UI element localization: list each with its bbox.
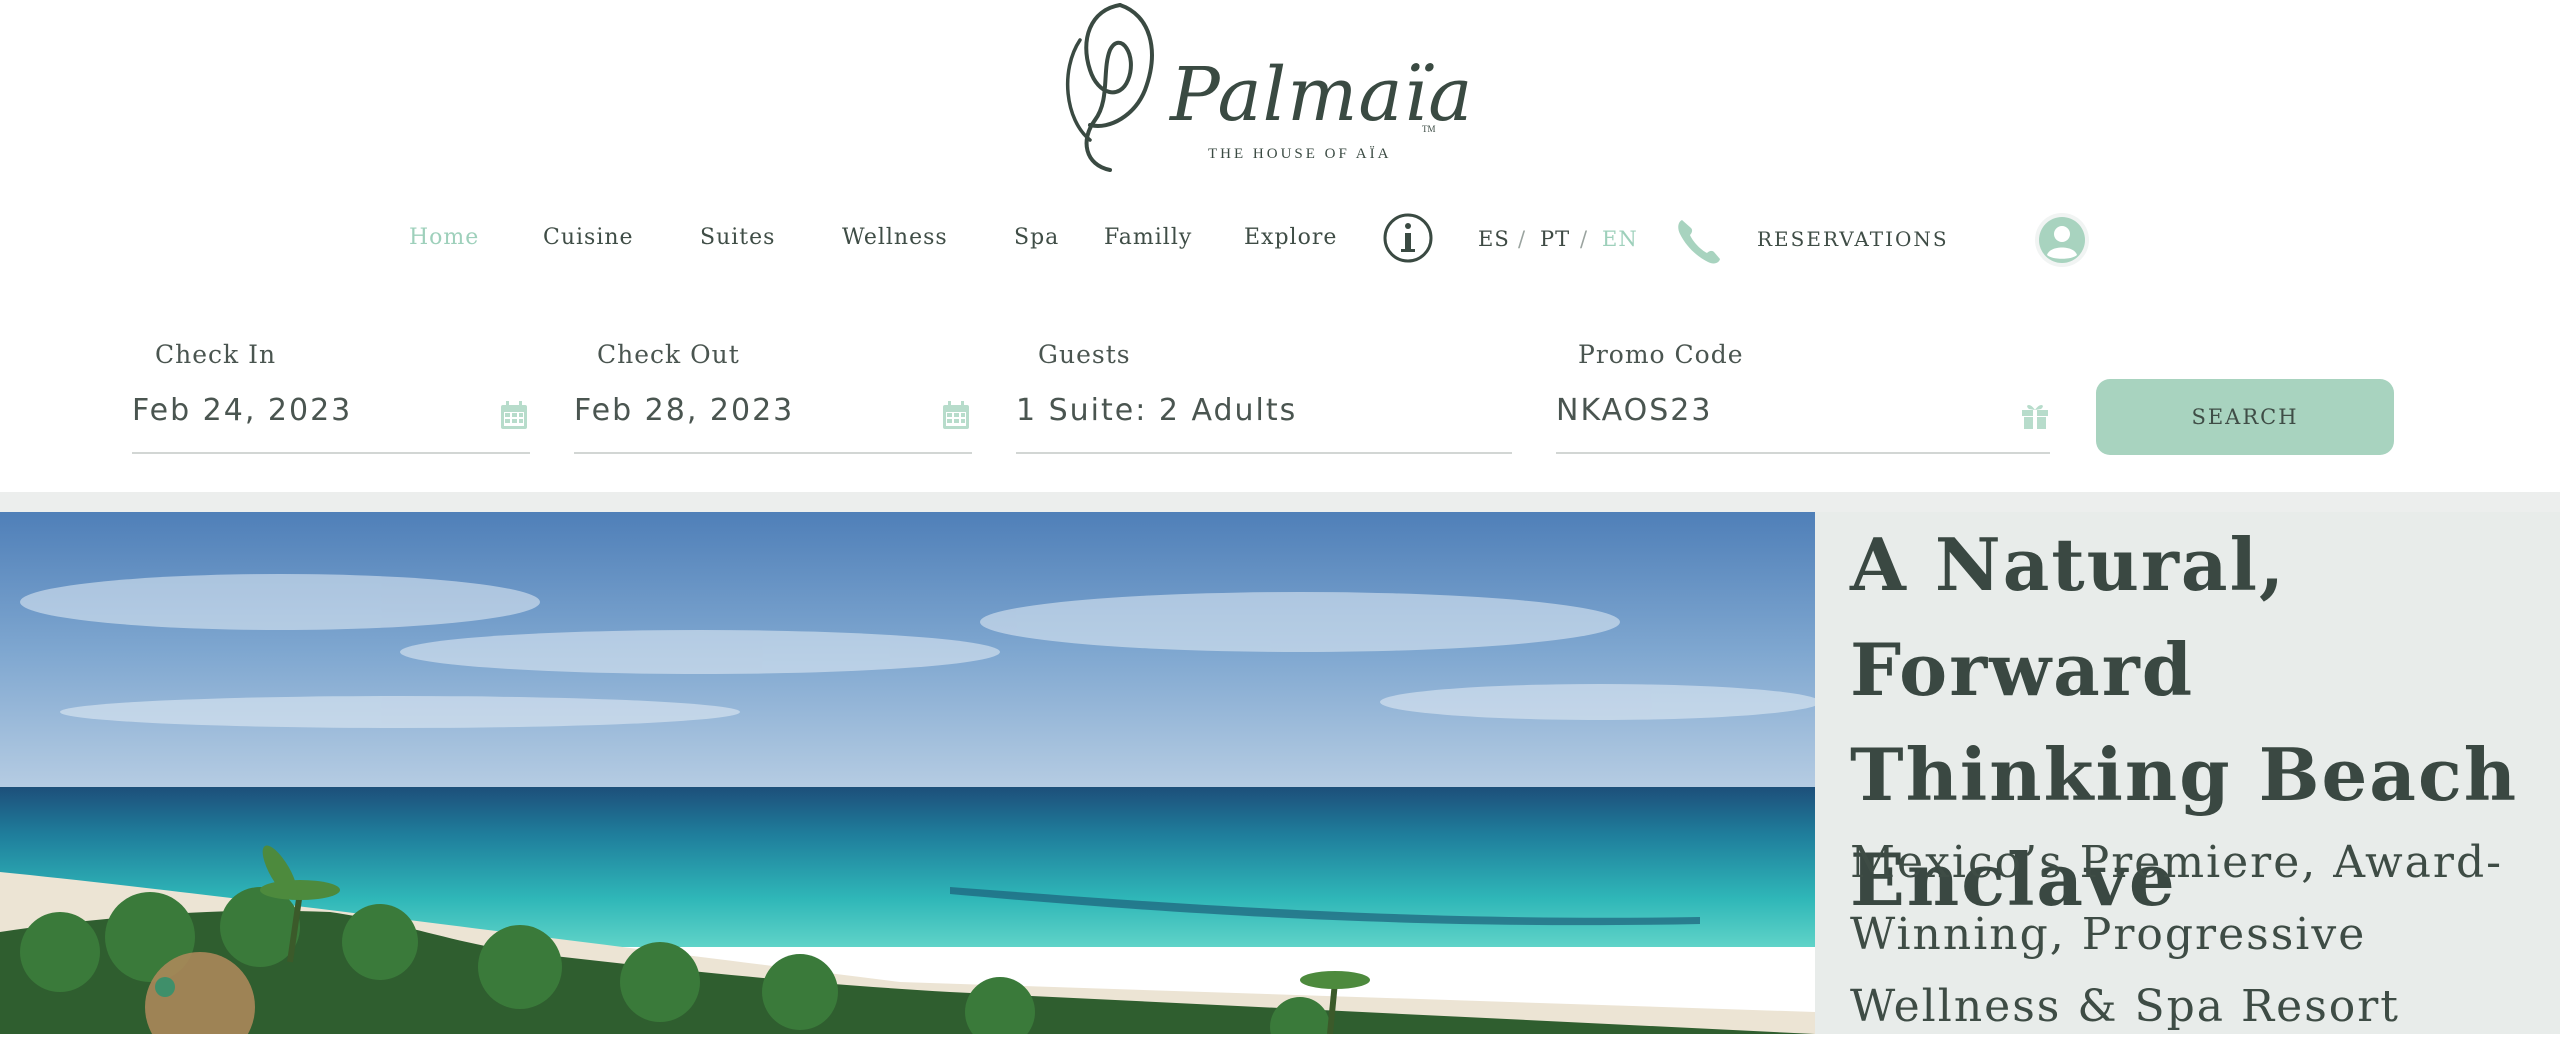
check-out-underline [574, 452, 972, 454]
check-out-field[interactable]: Feb 28, 2023 [574, 393, 794, 428]
promo-code-underline [1556, 452, 2050, 454]
nav-home[interactable]: Home [409, 225, 479, 250]
nav-wellness[interactable]: Wellness [842, 225, 948, 250]
nav-cuisine[interactable]: Cuisine [543, 225, 634, 250]
check-in-field[interactable]: Feb 24, 2023 [132, 393, 352, 428]
lang-es[interactable]: ES [1478, 227, 1510, 251]
nav-familly[interactable]: Familly [1104, 225, 1192, 250]
lang-pt[interactable]: PT [1540, 227, 1570, 251]
logo-tagline: THE HOUSE OF AÏA [1208, 146, 1392, 162]
check-out-label: Check Out [597, 340, 740, 369]
lang-separator: / [1580, 227, 1589, 251]
nav-suites[interactable]: Suites [700, 225, 775, 250]
hero-text-panel: A Natural, Forward Thinking Beach Enclav… [1815, 512, 2560, 1034]
search-button[interactable]: SEARCH [2096, 379, 2394, 455]
guests-field[interactable]: 1 Suite: 2 Adults [1016, 393, 1297, 428]
trademark-mark: TM [1422, 124, 1436, 134]
palm-leaf-logo-icon [1066, 3, 1154, 172]
gift-icon [2022, 404, 2048, 429]
phone-icon[interactable] [1674, 214, 1722, 266]
guests-label: Guests [1038, 340, 1131, 369]
promo-code-label: Promo Code [1578, 340, 1744, 369]
info-icon[interactable] [1382, 212, 1434, 264]
hero-beach-image [0, 512, 1815, 1034]
reservations-link[interactable]: RESERVATIONS [1757, 227, 1949, 251]
brand-logo[interactable]: Palmaïa TM THE HOUSE OF AÏA [1040, 0, 1472, 175]
guests-underline [1016, 452, 1512, 454]
user-avatar-icon[interactable] [2034, 212, 2090, 268]
check-in-underline [132, 452, 530, 454]
lang-separator: / [1518, 227, 1527, 251]
check-in-label: Check In [155, 340, 277, 369]
section-divider [0, 492, 2560, 512]
lang-en[interactable]: EN [1602, 227, 1638, 251]
calendar-icon[interactable] [942, 400, 970, 430]
promo-code-field[interactable]: NKAOS23 [1556, 393, 1712, 428]
calendar-icon[interactable] [500, 400, 528, 430]
hero-subheadline: Mexico’s Premiere, Award-Winning, Progre… [1850, 837, 2503, 1032]
nav-explore[interactable]: Explore [1244, 225, 1337, 250]
nav-spa[interactable]: Spa [1014, 225, 1059, 250]
